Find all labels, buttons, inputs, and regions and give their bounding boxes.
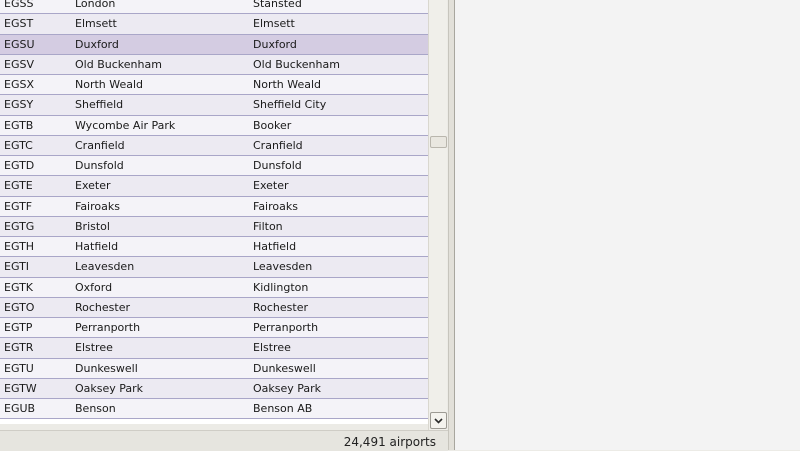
table-row[interactable]: EGSS London Stansted xyxy=(0,0,428,15)
city-cell: Benson AB xyxy=(253,402,313,416)
icao-cell: EGTU xyxy=(4,361,34,375)
icao-cell: EGTB xyxy=(4,118,34,132)
name-cell: Leavesden xyxy=(75,260,135,274)
icao-cell: EGTD xyxy=(4,159,35,173)
name-cell: Exeter xyxy=(75,179,111,193)
city-cell: Oaksey Park xyxy=(253,381,322,395)
icao-cell: EGUB xyxy=(4,402,36,416)
city-cell: Elstree xyxy=(253,341,291,355)
city-cell: Rochester xyxy=(253,300,308,314)
name-cell: Dunkeswell xyxy=(75,361,138,375)
table-row[interactable]: EGSY Sheffield Sheffield City xyxy=(0,95,428,116)
name-cell: Duxford xyxy=(75,37,119,51)
table-row[interactable]: EGUB Benson Benson AB xyxy=(0,399,428,420)
name-cell: Bristol xyxy=(75,219,110,233)
table-row[interactable]: EGST Elmsett Elmsett xyxy=(0,14,428,35)
icao-cell: EGSY xyxy=(4,98,34,112)
city-cell: Leavesden xyxy=(253,260,313,274)
icao-cell: EGTH xyxy=(4,240,35,254)
scrollbar-thumb[interactable] xyxy=(430,136,447,148)
name-cell: Cranfield xyxy=(75,138,125,152)
city-cell: Exeter xyxy=(253,179,289,193)
table-row[interactable]: EGTI Leavesden Leavesden xyxy=(0,257,428,278)
airport-count: 24,491 airports xyxy=(343,435,436,449)
table-row[interactable]: EGTO Rochester Rochester xyxy=(0,297,428,318)
city-cell: Dunsfold xyxy=(253,159,302,173)
name-cell: Oaksey Park xyxy=(75,381,144,395)
name-cell: Hatfield xyxy=(75,240,119,254)
city-cell: Kidlington xyxy=(253,280,309,294)
table-row[interactable]: EGTF Fairoaks Fairoaks xyxy=(0,196,428,217)
panel-splitter[interactable] xyxy=(448,0,455,450)
icao-cell: EGSX xyxy=(4,78,34,92)
table-row[interactable]: EGTR Elstree Elstree xyxy=(0,338,428,359)
name-cell: Oxford xyxy=(75,280,113,294)
detail-panel xyxy=(455,0,800,450)
name-cell: Elstree xyxy=(75,341,113,355)
table-row[interactable]: EGSV Old Buckenham Old Buckenham xyxy=(0,54,428,75)
city-cell: Elmsett xyxy=(253,17,295,31)
name-cell: Wycombe Air Park xyxy=(75,118,176,132)
icao-cell: EGSV xyxy=(4,57,34,71)
table-row[interactable]: EGTB Wycombe Air Park Booker xyxy=(0,115,428,136)
table-row[interactable]: EGSX North Weald North Weald xyxy=(0,75,428,96)
name-cell: Sheffield xyxy=(75,98,124,112)
city-cell: Perranporth xyxy=(253,321,319,335)
airport-list[interactable]: EGSS London Stansted EGST Elmsett Elmsett EGSU… xyxy=(0,0,428,424)
city-cell: Sheffield City xyxy=(253,98,327,112)
name-cell: Old Buckenham xyxy=(75,57,162,71)
icao-cell: EGTF xyxy=(4,199,33,213)
city-cell: Old Buckenham xyxy=(253,57,340,71)
city-cell: North Weald xyxy=(253,78,322,92)
airport-list-panel: EGSS London Stansted EGST Elmsett Elmsett EGSU… xyxy=(0,0,448,451)
scroll-down-button[interactable] xyxy=(430,412,447,429)
table-row[interactable]: EGTH Hatfield Hatfield xyxy=(0,237,428,258)
table-row[interactable]: EGTW Oaksey Park Oaksey Park xyxy=(0,378,428,399)
name-cell: North Weald xyxy=(75,78,144,92)
name-cell: Elmsett xyxy=(75,17,117,31)
city-cell: Stansted xyxy=(253,0,302,11)
table-row[interactable]: EGSU Duxford Duxford xyxy=(0,34,428,55)
city-cell: Fairoaks xyxy=(253,199,298,213)
icao-cell: EGTI xyxy=(4,260,30,274)
chevron-down-icon xyxy=(434,417,443,424)
status-bar: 24,491 airports xyxy=(0,430,448,451)
table-row[interactable]: EGTP Perranporth Perranporth xyxy=(0,318,428,339)
icao-cell: EGTP xyxy=(4,321,33,335)
name-cell: London xyxy=(75,0,116,11)
icao-cell: EGTK xyxy=(4,280,34,294)
icao-cell: EGSS xyxy=(4,0,34,11)
city-cell: Filton xyxy=(253,219,283,233)
name-cell: Fairoaks xyxy=(75,199,120,213)
vertical-scrollbar[interactable] xyxy=(428,0,447,430)
name-cell: Perranporth xyxy=(75,321,141,335)
table-row[interactable]: EGTG Bristol Filton xyxy=(0,216,428,237)
icao-cell: EGTE xyxy=(4,179,33,193)
icao-cell: EGSU xyxy=(4,37,35,51)
name-cell: Benson xyxy=(75,402,116,416)
table-row[interactable]: EGTD Dunsfold Dunsfold xyxy=(0,156,428,177)
city-cell: Duxford xyxy=(253,37,297,51)
icao-cell: EGTG xyxy=(4,219,35,233)
name-cell: Rochester xyxy=(75,300,130,314)
table-row[interactable]: EGTU Dunkeswell Dunkeswell xyxy=(0,358,428,379)
name-cell: Dunsfold xyxy=(75,159,124,173)
table-row[interactable]: EGTE Exeter Exeter xyxy=(0,176,428,197)
city-cell: Cranfield xyxy=(253,138,303,152)
city-cell: Dunkeswell xyxy=(253,361,316,375)
icao-cell: EGTR xyxy=(4,341,34,355)
city-cell: Booker xyxy=(253,118,292,132)
icao-cell: EGTW xyxy=(4,381,37,395)
icao-cell: EGST xyxy=(4,17,34,31)
icao-cell: EGTC xyxy=(4,138,33,152)
city-cell: Hatfield xyxy=(253,240,297,254)
icao-cell: EGTO xyxy=(4,300,35,314)
table-row[interactable]: EGTC Cranfield Cranfield xyxy=(0,135,428,156)
table-row[interactable]: EGTK Oxford Kidlington xyxy=(0,277,428,298)
